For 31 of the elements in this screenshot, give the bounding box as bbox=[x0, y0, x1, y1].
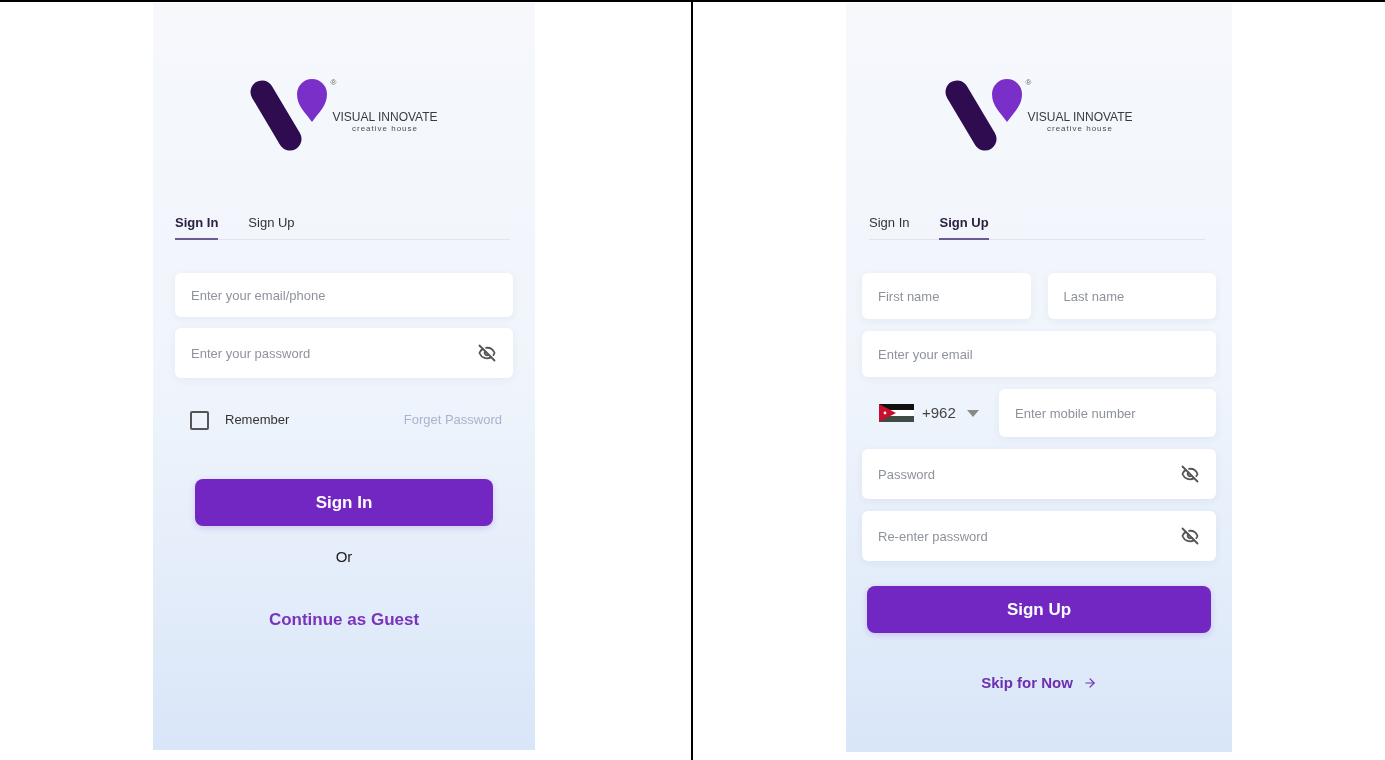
checkbox[interactable] bbox=[190, 410, 209, 430]
eye-off-icon[interactable] bbox=[478, 344, 496, 362]
country-code-selector[interactable]: +962 bbox=[862, 389, 990, 437]
brand-tagline: creative house bbox=[351, 124, 418, 134]
caret-icon bbox=[966, 409, 979, 417]
eye-off-icon[interactable] bbox=[1181, 527, 1199, 545]
input-field[interactable]: Last name bbox=[1047, 273, 1216, 319]
password-field[interactable]: Re-enter password bbox=[862, 511, 1216, 561]
remember-label: Remember bbox=[225, 411, 290, 430]
tab[interactable]: Sign Up bbox=[248, 215, 295, 240]
eye-off-icon[interactable] bbox=[1181, 465, 1199, 483]
brand-tagline: creative house bbox=[1046, 124, 1113, 134]
separator-text: Or bbox=[335, 547, 353, 567]
input-field[interactable]: First name bbox=[862, 273, 1031, 319]
registered-mark: ® bbox=[330, 79, 337, 87]
primary-button[interactable]: Sign In bbox=[195, 479, 493, 526]
input-field[interactable]: Enter your email bbox=[862, 331, 1216, 377]
brand-name: VISUAL INNOVATE bbox=[1027, 111, 1133, 124]
primary-button[interactable]: Sign Up bbox=[867, 586, 1211, 633]
tab[interactable]: Sign In bbox=[869, 215, 910, 240]
phone-number-field[interactable]: Enter mobile number bbox=[999, 389, 1216, 437]
input-field[interactable]: Enter your email/phone bbox=[175, 273, 513, 317]
password-field[interactable]: Enter your password bbox=[175, 328, 513, 378]
brand-name: VISUAL INNOVATE bbox=[332, 111, 438, 124]
password-field[interactable]: Password bbox=[862, 449, 1216, 499]
flag-icon bbox=[879, 404, 914, 422]
tab[interactable]: Sign In bbox=[175, 215, 219, 240]
tab[interactable]: Sign Up bbox=[939, 215, 989, 240]
registered-mark: ® bbox=[1025, 79, 1032, 87]
footer-link[interactable]: Continue as Guest bbox=[268, 609, 420, 631]
footer-link[interactable]: Skip for Now bbox=[981, 672, 1097, 694]
